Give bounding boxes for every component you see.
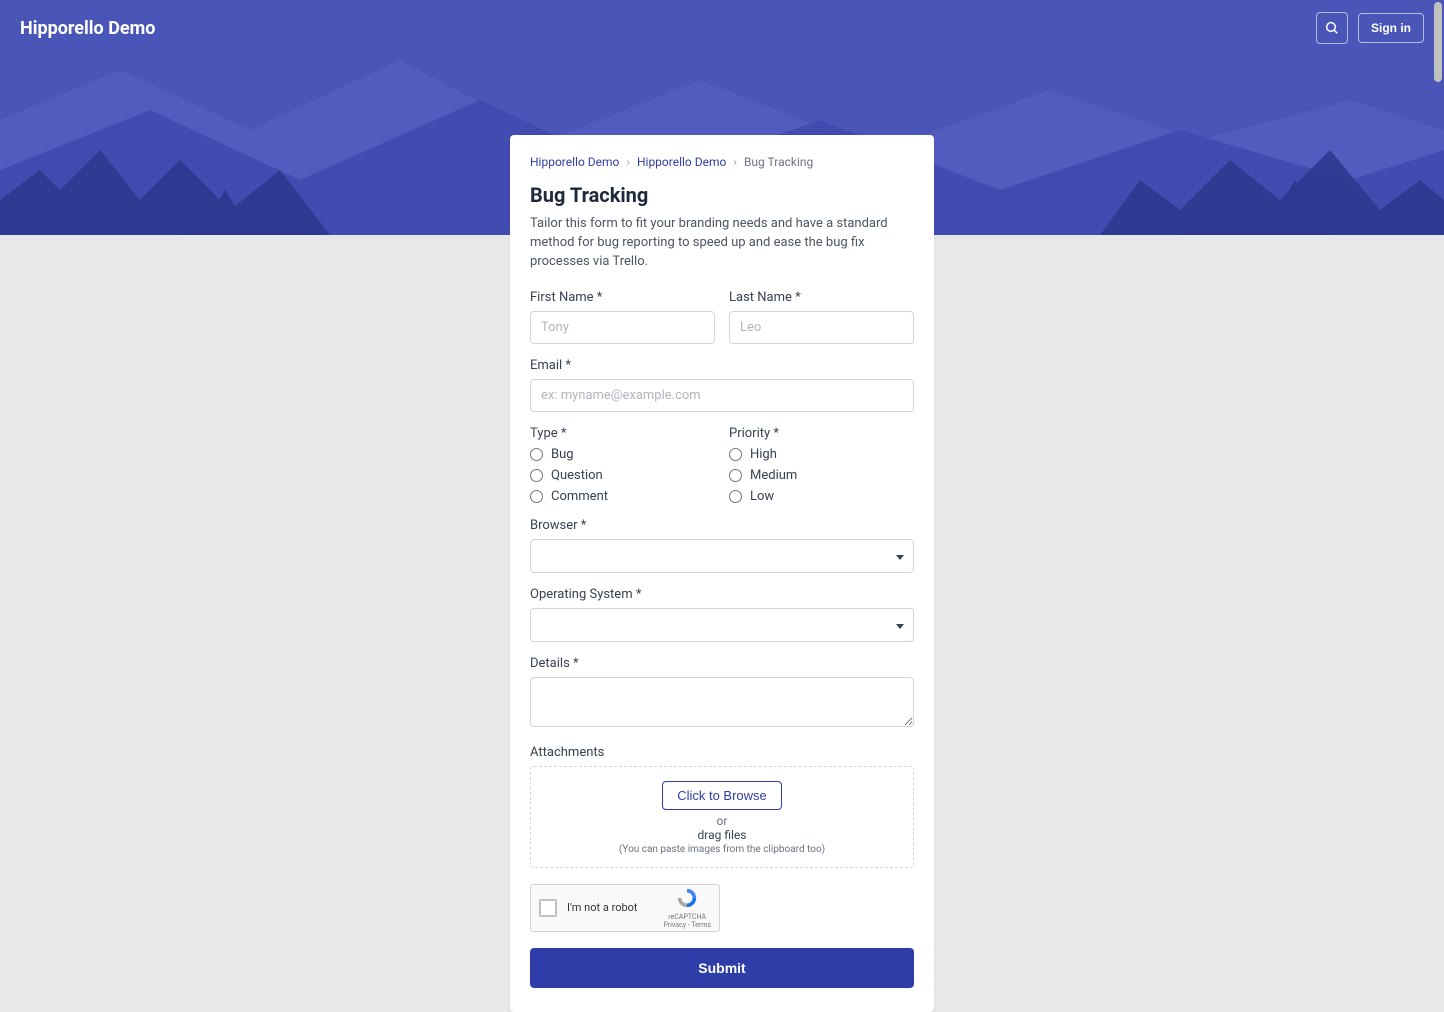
last-name-input[interactable] bbox=[729, 311, 914, 344]
recaptcha-label: I'm not a robot bbox=[567, 901, 653, 914]
breadcrumb: Hipporello Demo › Hipporello Demo › Bug … bbox=[530, 155, 914, 169]
recaptcha-checkbox[interactable] bbox=[539, 899, 557, 917]
email-label: Email * bbox=[530, 358, 914, 373]
priority-label: Priority * bbox=[729, 426, 914, 441]
last-name-label: Last Name * bbox=[729, 290, 914, 305]
type-radio-comment[interactable]: Comment bbox=[530, 489, 715, 504]
submit-button[interactable]: Submit bbox=[530, 948, 914, 988]
type-label: Type * bbox=[530, 426, 715, 441]
browser-label: Browser * bbox=[530, 518, 914, 533]
attachments-label: Attachments bbox=[530, 745, 914, 760]
priority-radio-low[interactable]: Low bbox=[729, 489, 914, 504]
dropzone-or: or bbox=[541, 814, 903, 828]
details-textarea[interactable] bbox=[530, 677, 914, 727]
browse-button[interactable]: Click to Browse bbox=[662, 781, 782, 810]
breadcrumb-link-1[interactable]: Hipporello Demo bbox=[530, 155, 619, 169]
recaptcha-icon bbox=[676, 887, 698, 909]
type-radio-question[interactable]: Question bbox=[530, 468, 715, 483]
details-label: Details * bbox=[530, 656, 914, 671]
form-card: Hipporello Demo › Hipporello Demo › Bug … bbox=[510, 135, 934, 1012]
os-label: Operating System * bbox=[530, 587, 914, 602]
os-select[interactable] bbox=[530, 608, 914, 642]
dropzone-hint: (You can paste images from the clipboard… bbox=[541, 844, 903, 855]
email-input[interactable] bbox=[530, 379, 914, 412]
priority-radio-high[interactable]: High bbox=[729, 447, 914, 462]
search-button[interactable] bbox=[1316, 12, 1348, 44]
recaptcha-widget: I'm not a robot reCAPTCHA Privacy - Term… bbox=[530, 884, 720, 932]
breadcrumb-link-2[interactable]: Hipporello Demo bbox=[637, 155, 726, 169]
first-name-label: First Name * bbox=[530, 290, 715, 305]
topbar-actions: Sign in bbox=[1316, 12, 1424, 44]
priority-radio-medium[interactable]: Medium bbox=[729, 468, 914, 483]
signin-button[interactable]: Sign in bbox=[1358, 13, 1424, 43]
page-description: Tailor this form to fit your branding ne… bbox=[530, 215, 914, 272]
topbar: Hipporello Demo Sign in bbox=[0, 0, 1444, 56]
first-name-input[interactable] bbox=[530, 311, 715, 344]
brand-title: Hipporello Demo bbox=[20, 18, 155, 39]
search-icon bbox=[1324, 20, 1340, 36]
recaptcha-brand: reCAPTCHA Privacy - Terms bbox=[663, 887, 711, 929]
type-radio-bug[interactable]: Bug bbox=[530, 447, 715, 462]
page-title: Bug Tracking bbox=[530, 183, 914, 207]
browser-select[interactable] bbox=[530, 539, 914, 573]
dropzone-drag-text: drag files bbox=[541, 828, 903, 842]
breadcrumb-current: Bug Tracking bbox=[744, 155, 813, 169]
attachments-dropzone[interactable]: Click to Browse or drag files (You can p… bbox=[530, 766, 914, 868]
